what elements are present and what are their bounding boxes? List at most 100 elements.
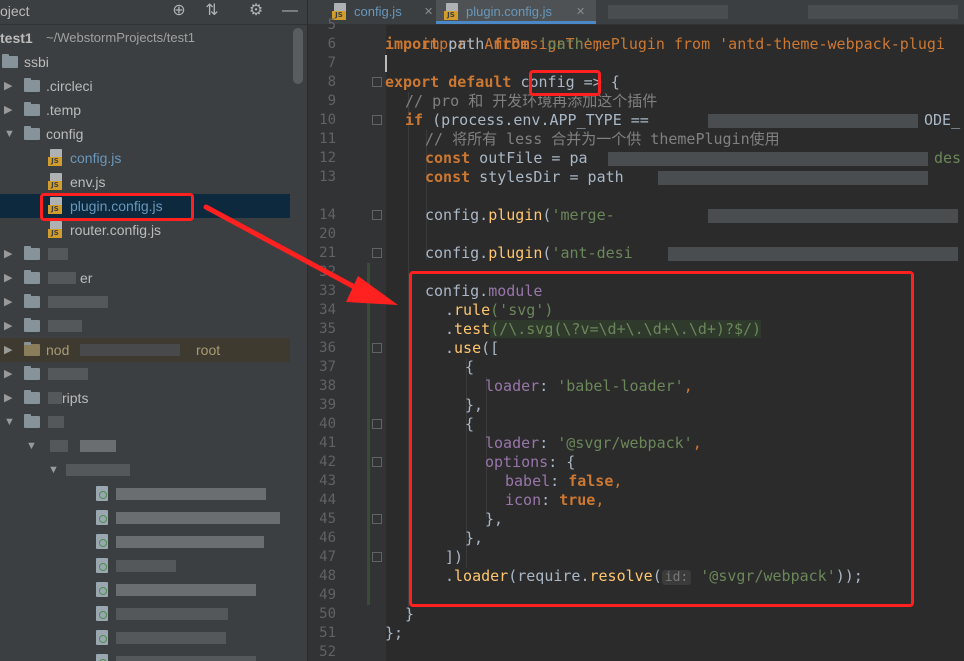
folder-icon — [24, 78, 40, 92]
line-number: 51 — [319, 625, 336, 641]
gear-icon[interactable]: ⚙ — [245, 0, 267, 22]
redacted-code — [708, 114, 918, 128]
tree-item-label: er — [80, 270, 93, 286]
fold-marker-icon[interactable] — [372, 514, 382, 524]
tree-item-node-modules[interactable]: ▶ nod root — [0, 338, 290, 362]
project-panel-title[interactable]: oject — [0, 3, 30, 19]
fold-marker-icon[interactable] — [372, 248, 382, 258]
code-line-14: config.plugin('merge- — [425, 206, 615, 225]
tree-item-svg-file[interactable] — [0, 554, 290, 578]
js-file-icon: JS — [48, 149, 64, 167]
redacted-label — [50, 440, 68, 452]
folder-icon — [24, 246, 40, 260]
line-number: 14 — [319, 207, 336, 223]
fold-marker-icon[interactable] — [372, 343, 382, 353]
code-token: config. — [425, 244, 489, 262]
line-number: 7 — [327, 55, 336, 71]
target-icon[interactable]: ⊕ — [168, 0, 190, 22]
expand-arrow-icon[interactable]: ▶ — [4, 290, 16, 314]
tree-item-env-js[interactable]: JS env.js — [0, 170, 290, 194]
collapse-icon[interactable]: ⇅ — [201, 0, 223, 22]
tree-item-obscured[interactable]: ▶ — [0, 242, 290, 266]
fold-marker-icon[interactable] — [372, 77, 382, 87]
expand-arrow-icon[interactable]: ▶ — [4, 98, 16, 122]
redacted-label — [116, 656, 256, 661]
redacted-label — [48, 272, 76, 284]
tree-item-label: .temp — [46, 102, 82, 118]
tree-item-svg-file[interactable] — [0, 602, 290, 626]
tree-item-circleci[interactable]: ▶ .circleci — [0, 74, 290, 98]
expand-arrow-icon[interactable]: ▶ — [4, 74, 16, 98]
fold-marker-icon[interactable] — [372, 210, 382, 220]
code-token: from — [493, 35, 530, 53]
tree-item-svg-file[interactable] — [0, 482, 290, 506]
redacted-label — [116, 560, 176, 572]
tree-item-obscured[interactable]: ▶ — [0, 362, 290, 386]
expand-arrow-icon[interactable]: ▶ — [4, 242, 16, 266]
tree-item-config-js[interactable]: JS config.js — [0, 146, 290, 170]
tree-root-row[interactable]: test1 ~/WebstormProjects/test1 — [0, 26, 290, 50]
tree-item-obscured[interactable]: ▶ — [0, 290, 290, 314]
tree-item-temp[interactable]: ▶ .temp — [0, 98, 290, 122]
collapse-arrow-icon[interactable]: ▼ — [26, 434, 38, 458]
tree-item-obscured[interactable]: ▼ — [0, 410, 290, 434]
project-scrollbar[interactable] — [293, 28, 303, 84]
line-number: 20 — [319, 226, 336, 242]
folder-icon — [24, 414, 40, 428]
tree-item-ssbi[interactable]: ssbi — [0, 50, 290, 74]
redacted-label — [116, 512, 280, 524]
tree-item-svg-file[interactable] — [0, 530, 290, 554]
tree-item-obscured[interactable]: ▶ er — [0, 266, 290, 290]
expand-arrow-icon[interactable]: ▶ — [4, 338, 16, 362]
tree-item-svg-file[interactable] — [0, 626, 290, 650]
svg-file-icon — [96, 486, 108, 501]
fold-marker-icon[interactable] — [372, 457, 382, 467]
svg-file-icon — [96, 510, 108, 525]
collapse-arrow-icon[interactable]: ▼ — [48, 458, 60, 482]
code-line-11: // 将所有 less 合并为一个供 themePlugin使用 — [425, 130, 780, 148]
tree-item-scripts[interactable]: ▶ ripts — [0, 386, 290, 410]
expand-arrow-icon[interactable]: ▶ — [4, 362, 16, 386]
code-line-49: } — [405, 605, 415, 623]
collapse-arrow-icon[interactable]: ▼ — [4, 122, 16, 146]
tree-item-obscured[interactable]: ▶ — [0, 314, 290, 338]
line-number: 33 — [319, 283, 336, 299]
expand-arrow-icon[interactable]: ▶ — [4, 314, 16, 338]
code-token: ; — [592, 35, 602, 53]
folder-icon — [2, 54, 18, 68]
fold-marker-icon[interactable] — [372, 552, 382, 562]
tree-item-svg-file[interactable] — [0, 650, 290, 661]
expand-arrow-icon[interactable]: ▶ — [4, 266, 16, 290]
redacted-label — [116, 488, 266, 500]
line-number: 34 — [319, 302, 336, 318]
project-toolbar: oject ⊕ ⇅ ⚙ — — [0, 0, 308, 25]
fold-marker-icon[interactable] — [372, 115, 382, 125]
line-number: 5 — [327, 17, 336, 33]
tree-item-router-config-js[interactable]: JS router.config.js — [0, 218, 290, 242]
minimize-icon[interactable]: — — [279, 0, 301, 22]
expand-arrow-icon[interactable]: ▶ — [4, 386, 16, 410]
code-token: ODE_ — [924, 111, 961, 129]
code-token: 'path' — [529, 35, 593, 53]
code-token: outFile = pa — [470, 149, 588, 167]
tree-item-svg-file[interactable] — [0, 506, 290, 530]
js-file-icon: JS — [48, 173, 64, 191]
code-token: import — [385, 35, 440, 53]
line-number: 45 — [319, 511, 336, 527]
line-number: 21 — [319, 245, 336, 261]
collapse-arrow-icon[interactable]: ▼ — [4, 410, 16, 434]
tree-item-config[interactable]: ▼ config — [0, 122, 290, 146]
redacted-code — [708, 209, 958, 223]
line-number: 43 — [319, 473, 336, 489]
svg-file-icon — [96, 534, 108, 549]
tree-item-label: ssbi — [24, 54, 49, 70]
tree-item-obscured[interactable]: ▼ — [0, 458, 290, 482]
folder-icon — [24, 318, 40, 332]
code-line-10: if (process.env.APP_TYPE == — [405, 111, 649, 130]
redacted-label — [80, 344, 180, 356]
tree-item-obscured[interactable]: ▼ — [0, 434, 290, 458]
tree-item-svg-file[interactable] — [0, 578, 290, 602]
tree-item-label: config — [46, 126, 84, 142]
fold-marker-icon[interactable] — [372, 419, 382, 429]
redacted-label — [116, 584, 256, 596]
